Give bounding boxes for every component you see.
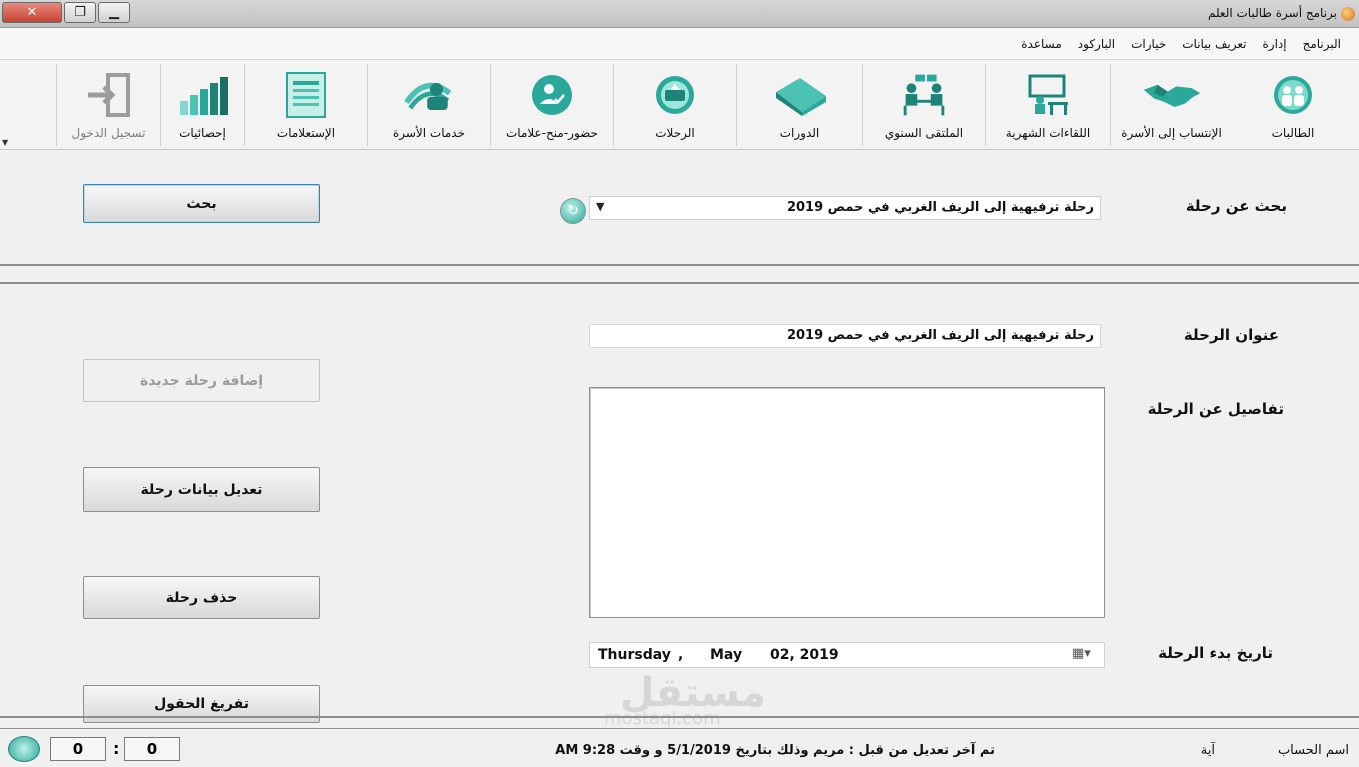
menu-barcode[interactable]: الباركود: [1070, 37, 1123, 51]
students-icon: [1263, 70, 1323, 120]
tool-monthly-meetings[interactable]: اللقاءات الشهرية: [985, 64, 1110, 146]
close-button[interactable]: ✕: [2, 2, 62, 23]
tool-courses[interactable]: الدورات: [736, 64, 862, 146]
trip-title-label: عنوان الرحلة: [1183, 326, 1279, 344]
account-value: آية: [1200, 743, 1215, 758]
tool-label: الملتقى السنوي: [884, 126, 964, 140]
refresh-icon[interactable]: ↻: [560, 198, 586, 224]
app-icon: [1341, 7, 1355, 21]
restore-button[interactable]: ❐: [64, 2, 96, 23]
tool-attendance[interactable]: حضور-منح-علامات: [490, 64, 613, 146]
attendance-icon: [522, 70, 582, 120]
menu-help[interactable]: مساعدة: [1013, 37, 1070, 51]
calendar-icon[interactable]: ▦▾: [1072, 646, 1091, 661]
watermark-logo: مستقل mostaql.com: [596, 670, 766, 730]
tool-label: الإنتساب إلى الأسرة: [1121, 126, 1222, 140]
menu-bar: البرنامج إدارة تعريف بيانات خيارات البار…: [0, 28, 1359, 60]
tool-label: الدورات: [779, 126, 820, 140]
meeting-icon: [894, 70, 954, 120]
tool-annual-forum[interactable]: الملتقى السنوي: [862, 64, 985, 146]
stats-icon: [173, 70, 233, 120]
queries-icon: [276, 70, 336, 120]
tool-students[interactable]: الطالبات: [1232, 64, 1354, 146]
menu-admin[interactable]: إدارة: [1255, 37, 1295, 51]
tool-membership[interactable]: الإنتساب إلى الأسرة: [1110, 64, 1232, 146]
tool-label: الإستعلامات: [276, 126, 336, 140]
counter-left: 0: [50, 737, 106, 761]
account-label: اسم الحساب: [1277, 743, 1349, 758]
divider: [0, 264, 1359, 266]
title-bar: ✕ ❐ ▁ برنامج أسرة طالبات العلم: [0, 0, 1359, 28]
handshake-icon: [1142, 70, 1202, 120]
books-icon: [770, 70, 830, 120]
edit-trip-button[interactable]: تعديل بيانات رحلة: [83, 467, 320, 512]
divider: [0, 282, 1359, 284]
menu-definitions[interactable]: تعريف بيانات: [1174, 37, 1254, 51]
date-separator: ,: [678, 647, 684, 663]
counter-separator: :: [113, 739, 120, 758]
tool-label: تسجيل الدخول: [71, 126, 146, 140]
trip-search-select[interactable]: رحلة ترفيهية إلى الريف الغربي في حمص 201…: [589, 196, 1101, 220]
status-bar: اسم الحساب آية تم آخر تعديل من قبل : مري…: [0, 728, 1359, 767]
trip-details-label: تفاصيل عن الرحلة: [1147, 400, 1284, 418]
trip-title-value: رحلة ترفيهية إلى الريف الغربي في حمص 201…: [786, 328, 1094, 343]
menu-program[interactable]: البرنامج: [1295, 37, 1349, 51]
window-title: برنامج أسرة طالبات العلم: [1207, 6, 1337, 20]
trip-title-input[interactable]: رحلة ترفيهية إلى الريف الغربي في حمص 201…: [589, 324, 1101, 348]
trip-details-textarea[interactable]: [589, 387, 1105, 618]
tool-family-services[interactable]: خدمات الأسرة: [367, 64, 490, 146]
counter-right: 0: [124, 737, 180, 761]
add-trip-button[interactable]: إضافة رحلة جديدة: [83, 359, 320, 402]
services-icon: [399, 70, 459, 120]
divider: [0, 716, 1359, 718]
tool-label: خدمات الأسرة: [392, 126, 466, 140]
date-month[interactable]: May: [710, 647, 742, 663]
date-weekday[interactable]: Thursday: [598, 647, 671, 663]
date-day-year[interactable]: 02, 2019: [770, 647, 839, 663]
last-edit-info: تم آخر تعديل من قبل : مريم وذلك بتاريخ 5…: [555, 743, 995, 758]
minimize-button[interactable]: ▁: [98, 2, 130, 23]
trip-start-date-picker[interactable]: Thursday , May 02, 2019 ▦▾: [589, 642, 1105, 668]
tool-label: إحصائيات: [179, 126, 226, 140]
tool-label: حضور-منح-علامات: [506, 126, 598, 140]
tool-trips[interactable]: الرحلات: [613, 64, 736, 146]
tool-label: الرحلات: [655, 126, 695, 140]
tool-login[interactable]: تسجيل الدخول: [56, 64, 160, 146]
menu-options[interactable]: خيارات: [1123, 37, 1174, 51]
trip-date-label: تاريخ بدء الرحلة: [1158, 644, 1273, 662]
status-logo-icon: [8, 736, 40, 762]
app-window: ✕ ❐ ▁ برنامج أسرة طالبات العلم البرنامج …: [0, 0, 1359, 767]
selected-trip: رحلة ترفيهية إلى الريف الغربي في حمص 201…: [786, 200, 1094, 215]
login-icon: [79, 70, 139, 120]
toolbar-scroll-icon[interactable]: ▼: [2, 138, 8, 147]
lecture-icon: [1018, 70, 1078, 120]
chevron-down-icon[interactable]: ▼: [596, 200, 604, 213]
search-button[interactable]: بحث: [83, 184, 320, 223]
tool-label: الطالبات: [1271, 126, 1315, 140]
toolbar: الطالبات الإنتساب إلى الأسرة اللقاءات ال…: [0, 60, 1359, 150]
tool-queries[interactable]: الإستعلامات: [244, 64, 367, 146]
delete-trip-button[interactable]: حذف رحلة: [83, 576, 320, 619]
tool-statistics[interactable]: إحصائيات: [160, 64, 244, 146]
search-label: بحث عن رحلة: [1185, 197, 1287, 215]
tool-label: اللقاءات الشهرية: [1005, 126, 1091, 140]
trips-icon: [645, 70, 705, 120]
